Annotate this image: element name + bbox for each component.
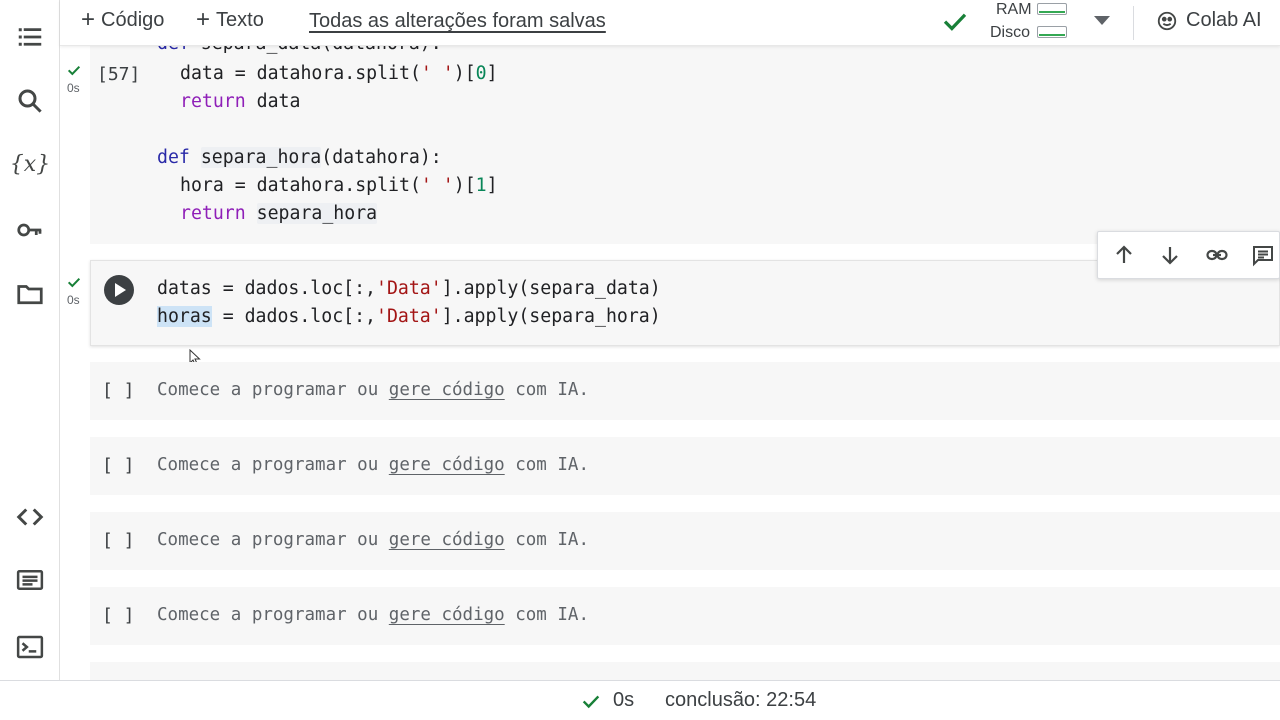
code-line: hora = datahora.split(' ')[1] [180, 175, 498, 196]
code-line: return separa_hora [180, 203, 378, 224]
code-line: horas = dados.loc[:,'Data'].apply(separa… [157, 306, 661, 327]
command-palette-icon[interactable] [10, 560, 50, 600]
disk-usage-bar[interactable] [1037, 26, 1067, 38]
add-code-button[interactable]: + Código [81, 8, 164, 32]
completion-time: conclusão: 22:54 [665, 689, 817, 711]
cell-execution-time: 0s [67, 81, 80, 95]
files-folder-icon[interactable] [10, 274, 50, 314]
connected-check-icon[interactable] [940, 6, 970, 36]
code-line: return data [180, 91, 301, 112]
colab-ai-label: Colab AI [1186, 9, 1262, 31]
move-down-icon[interactable] [1154, 239, 1186, 272]
left-sidebar: {x} [0, 0, 60, 680]
empty-code-cell[interactable] [90, 662, 1280, 680]
empty-cell-bracket: [ ] [102, 380, 135, 401]
empty-cell-bracket: [ ] [102, 455, 135, 476]
secrets-key-icon[interactable] [10, 210, 50, 250]
generate-code-link[interactable]: gere código [389, 530, 505, 550]
save-status-link[interactable]: Todas as alterações foram salvas [309, 10, 606, 33]
code-snippets-icon[interactable] [10, 497, 50, 537]
empty-cell-placeholder: Comece a programar ou gere código com IA… [157, 380, 589, 400]
code-line: datas = dados.loc[:,'Data'].apply(separa… [157, 278, 661, 299]
plus-icon: + [196, 6, 211, 33]
cell-execution-time: 0s [67, 293, 80, 307]
execution-count: [57] [97, 64, 141, 85]
comment-icon[interactable] [1247, 239, 1279, 272]
code-line: data = datahora.split(' ')[0] [180, 63, 498, 84]
ram-label: RAM [996, 1, 1032, 18]
empty-cell-placeholder: Comece a programar ou gere código com IA… [157, 530, 589, 550]
empty-cell-placeholder: Comece a programar ou gere código com IA… [157, 605, 589, 625]
run-cell-button[interactable] [104, 275, 134, 305]
toolbar-divider [1133, 6, 1134, 40]
empty-cell-bracket: [ ] [102, 605, 135, 626]
search-icon[interactable] [10, 81, 50, 121]
add-text-button[interactable]: + Texto [196, 8, 264, 32]
plus-icon: + [81, 6, 96, 33]
generate-code-link[interactable]: gere código [389, 605, 505, 625]
execution-complete-check-icon [580, 690, 602, 717]
disk-label: Disco [990, 24, 1031, 41]
generate-code-link[interactable]: gere código [389, 380, 505, 400]
cell-toolbar [1097, 231, 1280, 279]
notebook-area: 0s [57] def separa_data(datahora): data … [60, 46, 1280, 680]
code-line: def separa_hora(datahora): [157, 147, 442, 168]
move-up-icon[interactable] [1108, 239, 1140, 272]
colab-ai-icon [1157, 11, 1177, 30]
add-code-label: Código [101, 8, 165, 31]
execution-time: 0s [613, 689, 635, 711]
table-of-contents-icon[interactable] [10, 17, 50, 57]
variables-glyph: {x} [9, 151, 51, 177]
generate-code-link[interactable]: gere código [389, 455, 505, 475]
ram-usage-bar[interactable] [1037, 3, 1067, 15]
colab-ai-button[interactable]: Colab AI [1156, 9, 1262, 32]
empty-cell-bracket: [ ] [102, 530, 135, 551]
cell-executed-check-icon [66, 274, 82, 295]
terminal-icon[interactable] [10, 627, 50, 667]
cell-executed-check-icon [66, 62, 82, 83]
add-text-label: Texto [216, 8, 264, 31]
runtime-dropdown-icon[interactable] [1094, 16, 1110, 25]
status-bar: 0s conclusão: 22:54 [0, 680, 1280, 720]
notebook-toolbar: + Código + Texto Todas as alterações for… [60, 0, 1280, 46]
empty-cell-placeholder: Comece a programar ou gere código com IA… [157, 455, 589, 475]
link-icon[interactable] [1201, 239, 1233, 272]
code-line: def separa_data(datahora): [157, 46, 442, 54]
variables-icon[interactable]: {x} [10, 144, 50, 184]
